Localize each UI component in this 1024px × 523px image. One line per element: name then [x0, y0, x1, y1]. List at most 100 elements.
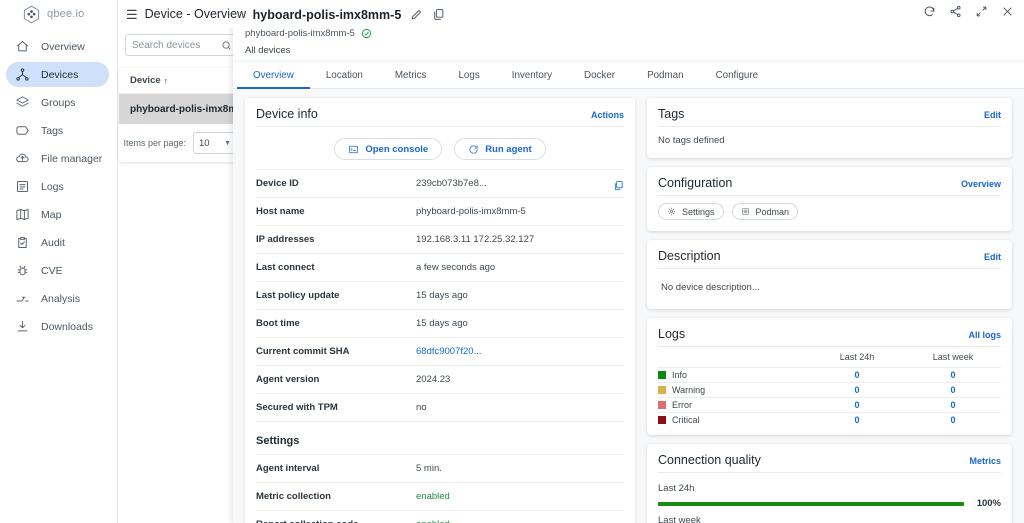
expand-icon[interactable] [975, 5, 988, 18]
tab-logs[interactable]: Logs [442, 63, 495, 89]
sidebar-item-analysis[interactable]: Analysis [6, 286, 109, 311]
refresh-agent-icon [469, 144, 478, 154]
row-value: a few seconds ago [416, 262, 496, 273]
hamburger-menu-icon[interactable]: ☰ [126, 8, 138, 21]
tab-location[interactable]: Location [310, 63, 379, 89]
row-value: no [416, 402, 427, 413]
configuration-overview-link[interactable]: Overview [961, 179, 1001, 189]
sidebar-item-tags[interactable]: Tags [6, 118, 109, 143]
logs-count-lastweek[interactable]: 0 [905, 385, 1001, 395]
table-row: Last connect a few seconds ago [256, 253, 624, 281]
pencil-edit-icon[interactable] [410, 8, 423, 21]
sidebar-item-devices[interactable]: Devices [6, 62, 109, 87]
detail-header: phyboard-polis-imx8mm-5 phyboard-polis-i… [233, 0, 1024, 59]
tab-inventory[interactable]: Inventory [496, 63, 568, 89]
sidebar-item-map[interactable]: Map [6, 202, 109, 227]
sidebar-item-audit[interactable]: Audit [6, 230, 109, 255]
logs-count-last24h[interactable]: 0 [809, 400, 905, 410]
tab-label: Docker [584, 70, 616, 81]
sidebar-item-groups[interactable]: Groups [6, 90, 109, 115]
brand-logo[interactable]: qbee.io [0, 0, 117, 28]
all-logs-link[interactable]: All logs [968, 330, 1001, 340]
logs-count-last24h[interactable]: 0 [809, 415, 905, 425]
configuration-header: Configuration Overview [647, 167, 1012, 195]
search-input[interactable] [132, 39, 221, 51]
logs-count-lastweek[interactable]: 0 [905, 370, 1001, 380]
device-settings-rows: Agent interval 5 min. Metric collection ena… [245, 454, 635, 523]
logs-count-last24h[interactable]: 0 [809, 385, 905, 395]
row-value: 15 days ago [416, 290, 468, 301]
check-circle-icon [361, 28, 371, 38]
sidebar-item-label: Tags [41, 124, 64, 137]
config-chip-settings[interactable]: Settings [658, 203, 724, 220]
sort-ascending-icon: ↑ [163, 75, 169, 86]
close-icon[interactable] [1001, 5, 1014, 18]
device-column-header[interactable]: Device ↑ [119, 68, 245, 94]
row-value: 15 days ago [416, 318, 468, 329]
severity-label: Warning [672, 385, 706, 395]
sidebar-item-downloads[interactable]: Downloads [6, 314, 109, 339]
tab-label: Logs [458, 70, 480, 81]
copy-icon[interactable] [432, 8, 445, 21]
description-edit-link[interactable]: Edit [984, 252, 1001, 262]
items-per-page-select[interactable]: 10 ▼ [193, 132, 237, 154]
row-key: Agent version [256, 374, 320, 385]
config-chip-podman[interactable]: Podman [731, 203, 799, 220]
tab-metrics[interactable]: Metrics [379, 63, 443, 89]
configuration-card: Configuration Overview Settings Podman [647, 167, 1012, 231]
logs-col-lastweek: Last week [932, 352, 974, 362]
logs-count-lastweek[interactable]: 0 [905, 415, 1001, 425]
row-value: 5 min. [416, 463, 442, 474]
sidebar-item-label: Audit [41, 236, 65, 249]
connection-quality-row: Last 24h 100% [658, 483, 1001, 509]
tab-docker[interactable]: Docker [568, 63, 631, 89]
metrics-link[interactable]: Metrics [969, 456, 1001, 466]
cq-period-label: Last week [658, 515, 701, 523]
description-empty-text: No device description... [661, 282, 760, 293]
search-devices-field[interactable] [125, 34, 239, 56]
tab-overview[interactable]: Overview [237, 63, 310, 89]
copy-icon[interactable] [613, 178, 624, 191]
items-per-page-label: Items per page: [123, 138, 186, 148]
device-list-card: Device ↑ phyboard-polis-imx8mm-5 Items p… [119, 68, 255, 162]
tab-label: Overview [253, 70, 294, 81]
logs-table-header: Last 24h Last week [658, 347, 1001, 367]
open-console-button[interactable]: Open console [334, 138, 443, 160]
table-row: Current commit SHA 68dfc9007f20... [256, 337, 624, 365]
sidebar-item-file-manager[interactable]: File manager [6, 146, 109, 171]
breadcrumb[interactable]: All devices [245, 42, 1012, 59]
row-value: enabled [416, 491, 450, 502]
sidebar-item-cve[interactable]: CVE [6, 258, 109, 283]
description-card: Description Edit No device description..… [647, 240, 1012, 309]
tags-edit-link[interactable]: Edit [984, 110, 1001, 120]
logs-count-last24h[interactable]: 0 [809, 370, 905, 380]
topbar-title: Device - Overview [144, 7, 247, 21]
sidebar-item-label: Groups [41, 96, 76, 109]
sidebar-item-label: Overview [41, 40, 85, 53]
search-icon [222, 40, 231, 49]
run-agent-button[interactable]: Run agent [454, 138, 546, 160]
logs-count-lastweek[interactable]: 0 [905, 400, 1001, 410]
button-label: Run agent [485, 143, 532, 155]
row-value[interactable]: 68dfc9007f20... [416, 346, 482, 357]
share-icon[interactable] [949, 5, 962, 18]
tags-header: Tags Edit [647, 98, 1012, 126]
right-column: Tags Edit No tags defined Configuration … [647, 98, 1012, 523]
device-info-header: Device info Actions [245, 98, 635, 126]
tag-icon [16, 126, 29, 135]
refresh-icon[interactable] [923, 5, 936, 18]
device-list-item[interactable]: phyboard-polis-imx8mm-5 [119, 94, 255, 124]
sidebar-item-overview[interactable]: Overview [6, 34, 109, 59]
actions-link[interactable]: Actions [591, 110, 624, 120]
tab-configure[interactable]: Configure [700, 63, 774, 89]
row-key: Host name [256, 206, 305, 217]
tab-podman[interactable]: Podman [631, 63, 700, 89]
severity-swatch-error [658, 401, 666, 409]
table-row: IP addresses 192.168.3.11 172.25.32.127 [256, 225, 624, 253]
sidebar-item-logs[interactable]: Logs [6, 174, 109, 199]
device-info-rows: Device ID 239cb073b7e8... Host name phyboar… [245, 169, 635, 421]
table-row: Metric collection enabled [256, 482, 624, 510]
row-value: 192.168.3.11 172.25.32.127 [416, 234, 535, 245]
connection-quality-body: Last 24h 100% Last week100% [647, 473, 1012, 523]
sidebar-item-label: CVE [41, 264, 63, 277]
